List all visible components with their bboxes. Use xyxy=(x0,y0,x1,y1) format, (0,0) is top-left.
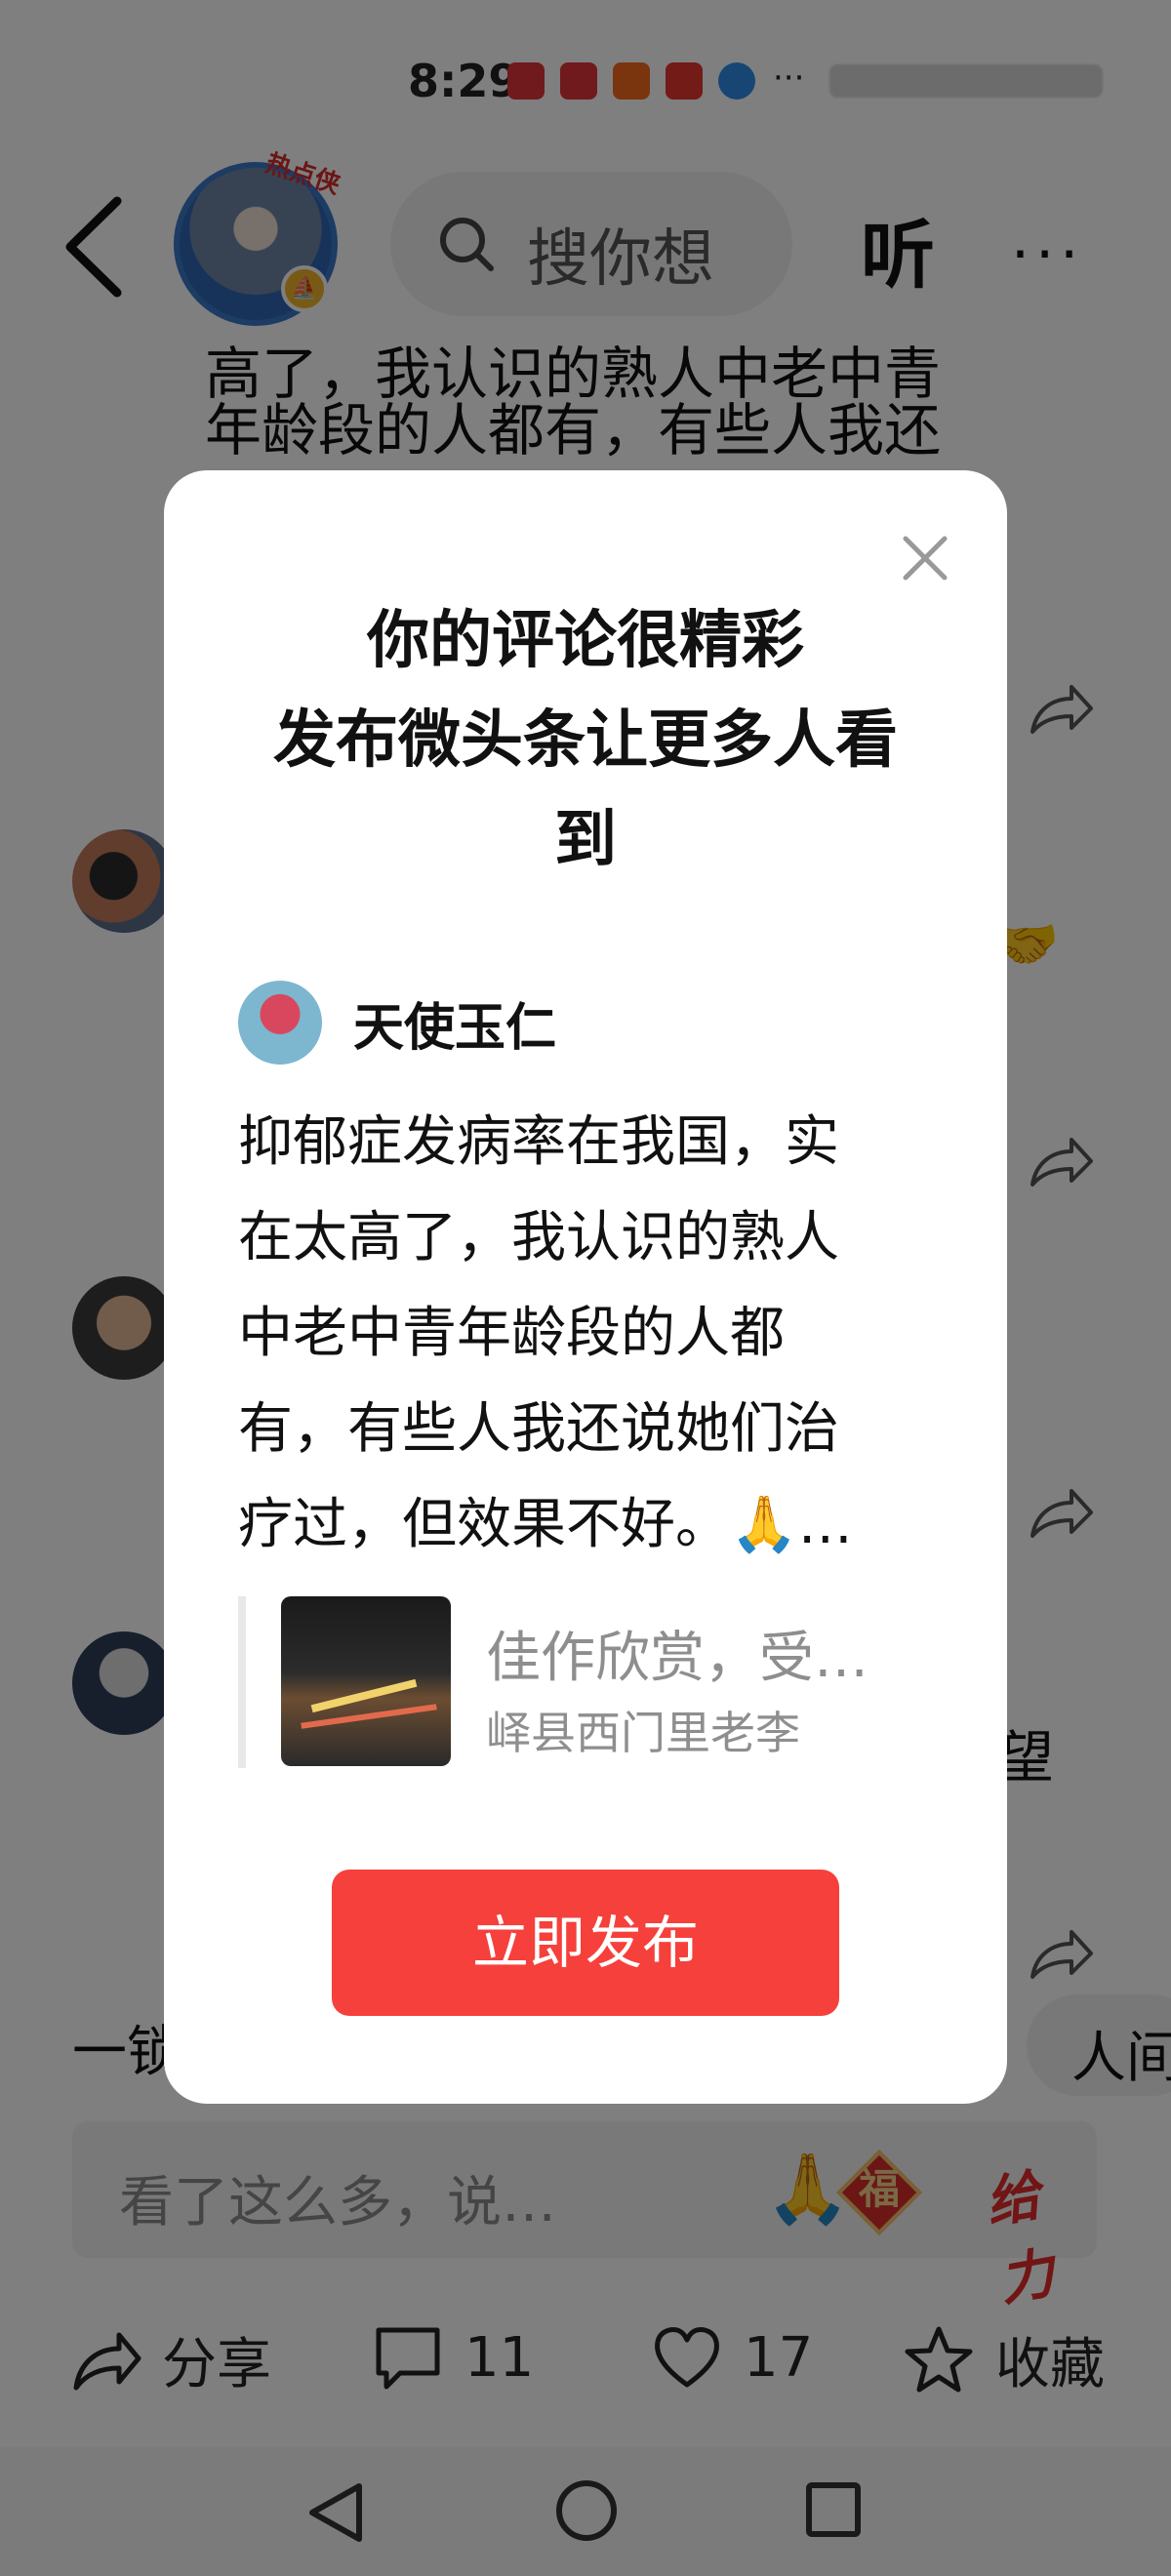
referenced-post-thumbnail xyxy=(281,1596,451,1766)
publish-dialog: 你的评论很精彩 发布微头条让更多人看 到 天使玉仁 抑郁症发病率在我国，实 在太… xyxy=(164,470,1007,2104)
close-icon[interactable] xyxy=(896,529,954,587)
referenced-post-title: 佳作欣赏，受… xyxy=(486,1627,868,1690)
comment-author-name: 天使玉仁 xyxy=(353,998,557,1058)
referenced-post: 佳作欣赏，受… 峄县西门里老李 xyxy=(238,1596,941,1768)
nav-backdrop xyxy=(0,2447,1171,2576)
dialog-title-line: 你的评论很精彩 xyxy=(367,605,804,677)
publish-now-button[interactable]: 立即发布 xyxy=(332,1870,839,2016)
comment-preview-text: 抑郁症发病率在我国，实 在太高了，我认识的熟人 中老中青年龄段的人都 有，有些人… xyxy=(238,1095,941,1573)
comment-line: 有，有些人我还说她们治 xyxy=(238,1397,839,1461)
comment-line: 在太高了，我认识的熟人 xyxy=(238,1206,839,1269)
dialog-title-line: 到 xyxy=(554,804,617,876)
comment-author-row: 天使玉仁 xyxy=(238,980,556,1066)
comment-line: 疗过，但效果不好。🙏… xyxy=(238,1493,853,1556)
dialog-title: 你的评论很精彩 发布微头条让更多人看 到 xyxy=(164,591,1007,890)
comment-line: 中老中青年龄段的人都 xyxy=(238,1302,785,1365)
comment-author-avatar xyxy=(238,981,322,1065)
referenced-post-author: 峄县西门里老李 xyxy=(486,1707,800,1759)
comment-line: 抑郁症发病率在我国，实 xyxy=(238,1110,839,1174)
dialog-title-line: 发布微头条让更多人看 xyxy=(273,704,898,777)
